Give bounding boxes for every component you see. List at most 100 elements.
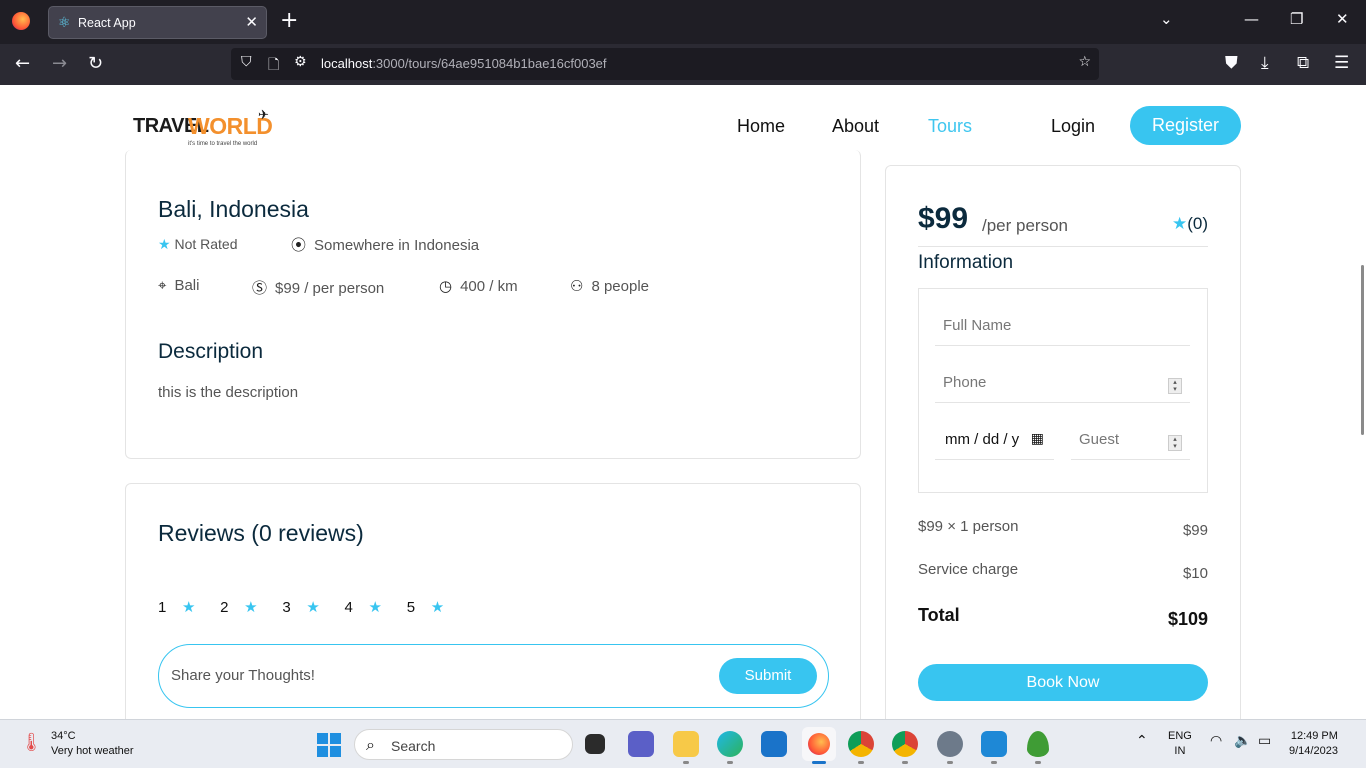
book-now-button[interactable]: Book Now (918, 664, 1208, 701)
permissions-icon[interactable]: ⚙ (294, 54, 307, 70)
chrome-icon[interactable] (848, 731, 874, 757)
menu-icon[interactable]: ☰ (1334, 53, 1349, 73)
active-indicator (812, 761, 826, 764)
date-text: 9/14/2023 (1289, 745, 1338, 757)
rating-3[interactable]: 3 (282, 599, 306, 616)
spinner-icon[interactable]: ▴ ▾ (1168, 378, 1182, 394)
pocket-icon[interactable]: ⛊ (1225, 53, 1238, 73)
page-scrollbar[interactable] (1361, 265, 1364, 435)
total-label: Total (918, 605, 960, 625)
submit-button[interactable]: Submit (719, 658, 817, 694)
lang-code: ENG (1168, 730, 1192, 742)
language-indicator[interactable]: ENG IN (1168, 729, 1192, 759)
temperature: 34°C (51, 730, 76, 742)
star-icon: ★ (1171, 214, 1188, 233)
nav-about[interactable]: About (832, 116, 879, 137)
group-text: 8 people (591, 278, 650, 295)
date-input[interactable]: mm / dd / y ▦ (935, 425, 1054, 460)
firefox-taskbar-item[interactable] (802, 727, 836, 761)
weather-widget[interactable]: 34°C Very hot weather (51, 729, 134, 759)
vscode-icon[interactable] (981, 731, 1007, 757)
store-icon[interactable] (761, 731, 787, 757)
nav-home[interactable]: Home (737, 116, 785, 137)
rating-2[interactable]: 2 (220, 599, 244, 616)
total-row: Total $109 (918, 605, 1208, 629)
weather-text: Very hot weather (51, 745, 134, 757)
star-rating-picker: 1 ★ 2 ★ 3 ★ 4 ★ 5 ★ (158, 598, 465, 616)
rating-1[interactable]: 1 (158, 599, 182, 616)
city-text: Bali (174, 277, 200, 294)
reviews-heading: Reviews (0 reviews) (158, 520, 364, 546)
star-icon[interactable]: ★ (369, 598, 403, 616)
booking-rating: ★(0) (1172, 214, 1208, 234)
download-icon[interactable]: ⤓ (1261, 53, 1269, 73)
full-name-input[interactable]: Full Name (935, 311, 1190, 346)
distance-icon: ◷ (439, 278, 453, 295)
running-indicator (947, 761, 953, 764)
tab-list-icon[interactable]: ⌄ (1160, 10, 1173, 28)
star-icon[interactable]: ★ (182, 598, 216, 616)
tour-rating: ★ Not Rated (158, 236, 238, 253)
nav-tours[interactable]: Tours (928, 116, 972, 137)
teams-icon[interactable] (628, 731, 654, 757)
review-input[interactable]: Share your Thoughts! (171, 667, 315, 684)
firefox-icon[interactable] (12, 12, 30, 30)
chrome-profile-icon[interactable] (892, 731, 918, 757)
wifi-icon[interactable]: ◠ (1210, 733, 1222, 749)
browser-toolbar: ← → ↻ ⛉ 🗋 ⚙ localhost:3000/tours/64ae951… (0, 44, 1366, 85)
description-text: this is the description (158, 384, 299, 401)
bookmark-star-icon[interactable]: ☆ (1078, 54, 1091, 70)
settings-icon[interactable] (937, 731, 963, 757)
register-button[interactable]: Register (1130, 106, 1241, 145)
url-text[interactable]: localhost:3000/tours/64ae951084b1bae16cf… (321, 56, 607, 71)
rating-4[interactable]: 4 (345, 599, 369, 616)
close-tab-icon[interactable]: ✕ (245, 13, 258, 31)
running-indicator (858, 761, 864, 764)
react-icon: ⚛ (58, 15, 71, 31)
phone-input[interactable]: Phone ▴ ▾ (935, 368, 1190, 403)
logo[interactable]: TRAVEL WORLD it's time to travel the wor… (133, 108, 273, 150)
taskbar-search[interactable]: ⌕ Search (354, 729, 573, 760)
back-icon[interactable]: ← (15, 53, 30, 74)
rating-text: Not Rated (174, 236, 238, 252)
forward-icon[interactable]: → (52, 53, 67, 74)
close-window-icon[interactable]: ✕ (1336, 10, 1349, 28)
price-calc-row: $99 × 1 person $99 (918, 518, 1208, 542)
star-icon[interactable]: ★ (306, 598, 340, 616)
rating-5[interactable]: 5 (407, 599, 431, 616)
chevron-up-icon[interactable]: ⌃ (1136, 733, 1148, 749)
shield-icon[interactable]: ⛉ (241, 54, 252, 70)
thermometer-icon[interactable]: 🌡 (20, 732, 43, 753)
phone-placeholder: Phone (943, 374, 987, 391)
guest-input[interactable]: Guest ▴ ▾ (1071, 425, 1190, 460)
clock[interactable]: 12:49 PM 9/14/2023 (1289, 729, 1338, 759)
page-icon[interactable]: 🗋 (268, 54, 279, 78)
location-pin-icon: ⦿ (291, 237, 307, 254)
booking-card: $99 /per person ★(0) Information Full Na… (885, 165, 1241, 719)
spinner-icon[interactable]: ▴ ▾ (1168, 435, 1182, 451)
login-button[interactable]: Login (1051, 116, 1095, 137)
windows-start-icon[interactable] (317, 733, 341, 757)
battery-icon[interactable]: ▭ (1258, 733, 1271, 749)
minimize-icon[interactable]: — (1244, 10, 1259, 28)
page: TRAVEL WORLD it's time to travel the wor… (0, 85, 1366, 719)
file-explorer-icon[interactable] (673, 731, 699, 757)
extensions-icon[interactable]: ⧉ (1297, 53, 1309, 73)
restore-icon[interactable]: ❐ (1290, 10, 1303, 28)
calendar-icon[interactable]: ▦ (1031, 430, 1044, 447)
star-icon[interactable]: ★ (244, 598, 278, 616)
task-view-icon[interactable] (585, 734, 605, 754)
price-per-label: /per person (982, 216, 1068, 235)
star-icon[interactable]: ★ (431, 598, 465, 616)
mongodb-icon[interactable] (1027, 731, 1049, 757)
volume-icon[interactable]: 🔈 (1234, 733, 1251, 749)
new-tab-icon[interactable]: + (280, 9, 298, 33)
edge-icon[interactable] (717, 731, 743, 757)
running-indicator (902, 761, 908, 764)
url-bar[interactable]: ⛉ 🗋 ⚙ localhost:3000/tours/64ae951084b1b… (231, 48, 1099, 80)
calc-value: $99 (1182, 522, 1208, 539)
reload-icon[interactable]: ↻ (88, 53, 103, 74)
lang-region: IN (1174, 745, 1186, 757)
dollar-icon: Ⓢ (252, 280, 268, 297)
browser-tab[interactable]: ⚛ React App ✕ (48, 6, 267, 39)
